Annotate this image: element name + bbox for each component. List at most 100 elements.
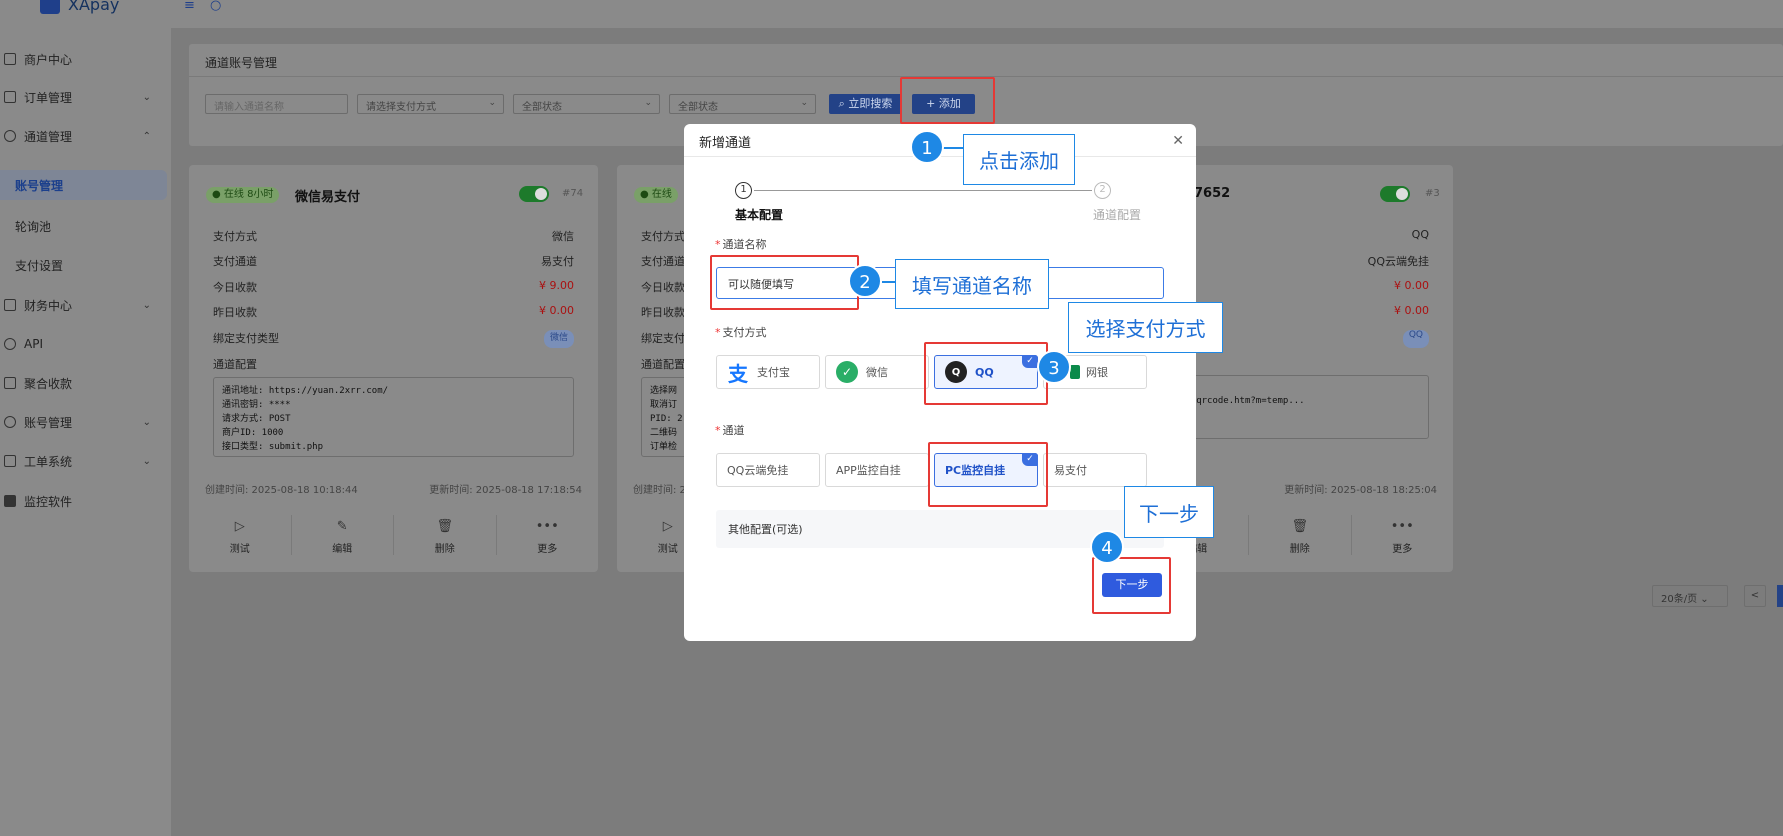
tip-next-step: 下一步 [1124,486,1214,538]
logo: XApay [40,0,119,14]
prev-page-button[interactable]: < [1744,585,1766,607]
channel-qq-cloud[interactable]: QQ云端免挂 [716,453,820,487]
field-key: 支付通道 [641,255,685,268]
status-text: 在线 8小时 [223,189,274,200]
created-time: 创建时间: 2025-08-18 10:18:44 [205,485,358,496]
card-field: 今日收款 ¥ 9.00 [213,279,574,297]
more-button[interactable]: ••• 更多 [1352,515,1454,555]
field-key: 昨日收款 [641,306,685,319]
edit-icon: ✎ [336,519,348,534]
sidebar-item-poll-pool[interactable]: 轮询池 [0,211,171,241]
page-size-text: 20条/页 [1661,594,1698,605]
sidebar-item-monitor[interactable]: 监控软件 [0,486,171,516]
page-size-select[interactable]: 20条/页 ⌄ [1652,585,1728,607]
name-label: * 通道名称 [715,238,767,251]
status-filter-2[interactable]: 全部状态 ⌄ [669,94,816,114]
field-value: ¥ 0.00 [1394,304,1429,317]
field-value: ¥ 9.00 [539,279,574,292]
updated-time: 更新时间: 2025-08-18 18:25:04 [1284,485,1437,496]
tip-fill-name: 填写通道名称 [895,259,1049,309]
action-label: 编辑 [332,544,353,555]
field-key: 昨日收款 [213,306,257,319]
updated-time: 更新时间: 2025-08-18 17:18:54 [429,485,582,496]
tip-select-paytype: 选择支付方式 [1068,302,1223,353]
sidebar-item-merchant[interactable]: 商户中心 [0,44,171,74]
action-label: 更多 [1392,544,1413,555]
connector-line [882,281,896,283]
highlight-channel [928,442,1048,507]
delete-button[interactable]: 🗑 删除 [394,515,497,555]
channel-name-filter[interactable]: 请输入通道名称 [205,94,348,114]
field-value: ¥ 0.00 [1394,279,1429,292]
card-field: 绑定支付类型 微信 [213,330,574,348]
logo-icon [40,0,60,14]
alipay-icon: 支 [728,361,748,386]
card-field: 通道配置 [213,356,574,374]
config-box[interactable]: 通讯地址: https://yuan.2xrr.com/ 通讯密钥: **** … [213,377,574,457]
channel-app-monitor[interactable]: APP监控自挂 [825,453,929,487]
status-filter-text: 全部状态 [678,102,718,113]
channel-label-text: 通道 [722,424,745,437]
sidebar-item-api[interactable]: API [0,329,171,359]
sidebar-item-users[interactable]: 账号管理 ⌄ [0,407,171,437]
user-icon [4,416,16,428]
step-2-label: 通道配置 [1093,208,1142,222]
delete-button[interactable]: 🗑 删除 [1249,515,1352,555]
current-page-button[interactable] [1777,585,1783,607]
field-value: 微信 [552,230,574,243]
enable-toggle[interactable] [519,186,549,202]
channel-card: ● 在线 8小时 微信易支付 #74 支付方式 微信 支付通道 易支付 今日收款 ¥ … [189,165,598,572]
action-label: 更多 [537,544,558,555]
highlight-add-button [900,77,995,124]
channel-epay[interactable]: 易支付 [1043,453,1147,487]
grid-icon [4,53,16,65]
search-button-label: 立即搜索 [848,97,893,110]
paytype-alipay[interactable]: 支支付宝 [716,355,820,389]
test-button[interactable]: ▷ 测试 [189,515,292,555]
trash-icon: 🗑 [436,519,453,534]
action-label: 删除 [1289,544,1310,555]
sidebar-item-pay-settings[interactable]: 支付设置 [0,250,171,280]
more-button[interactable]: ••• 更多 [497,515,599,555]
enable-toggle[interactable] [1380,186,1410,202]
status-filter-text: 全部状态 [522,102,562,113]
step-2-indicator: 2 [1094,182,1111,199]
field-key: 通道配置 [641,358,685,371]
paytype-label: * 支付方式 [715,326,767,339]
sidebar-item-orders[interactable]: 订单管理 ⌄ [0,82,171,112]
card-actions: ▷ 测试 ✎ 编辑 🗑 删除 ••• 更多 [189,515,598,555]
paytype-wechat[interactable]: ✓ 微信 [825,355,929,389]
sidebar-item-account[interactable]: 账号管理 [0,170,167,200]
chevron-down-icon: ⌄ [644,98,652,108]
sidebar-item-label: 商户中心 [24,52,73,67]
card-field: 支付通道 易支付 [213,253,574,271]
field-key: 通道配置 [213,358,257,371]
highlight-name-input [710,255,859,310]
menu-toggle-icon[interactable]: ≡ [184,0,195,13]
sidebar-item-label: 订单管理 [24,90,73,105]
close-icon[interactable]: ✕ [1172,133,1184,149]
sidebar-item-label: 监控软件 [24,494,73,509]
paytype-filter[interactable]: 请选择支付方式 ⌄ [357,94,504,114]
search-button[interactable]: ⌕ 立即搜索 [829,94,902,114]
paytype-label-text: 支付方式 [722,326,767,339]
status-filter-1[interactable]: 全部状态 ⌄ [513,94,660,114]
field-key: 支付通道 [213,255,257,268]
play-icon: ▷ [234,519,245,534]
search-icon: ⌕ [838,97,849,110]
app-name: XApay [68,0,120,14]
field-value: QQ [1411,228,1429,241]
search-icon[interactable]: ○ [210,0,221,13]
wechat-icon: ✓ [836,361,858,383]
field-key: 支付方式 [641,230,685,243]
globe-icon [4,130,16,142]
step-line [754,190,1092,191]
sidebar-item-aggregate[interactable]: 聚合收款 [0,368,171,398]
sidebar-item-tickets[interactable]: 工单系统 ⌄ [0,446,171,476]
sidebar-item-label: 通道管理 [24,129,73,144]
status-badge: ● 在线 8小时 [206,187,280,203]
chevron-up-icon: ⌃ [142,130,151,142]
sidebar-item-channels[interactable]: 通道管理 ⌃ [0,121,171,151]
sidebar-item-finance[interactable]: 财务中心 ⌄ [0,290,171,320]
edit-button[interactable]: ✎ 编辑 [292,515,394,555]
